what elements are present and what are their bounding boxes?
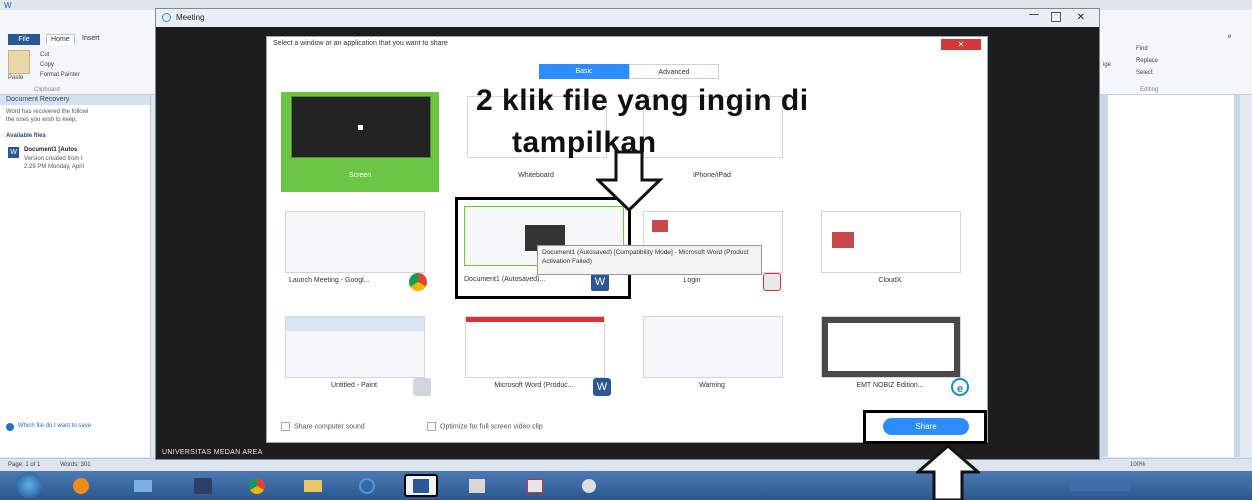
tab-insert[interactable]: Insert: [82, 35, 100, 42]
recovered-doc-time: 2:29 PM Monday, April: [24, 164, 84, 170]
meeting-titlebar: Meeting ✕: [156, 9, 1099, 27]
share-tile-screen[interactable]: Screen: [281, 92, 439, 192]
start-button[interactable]: [16, 472, 42, 498]
ribbon-fragment-right: e: [1228, 34, 1232, 40]
share-tile-microsoft-word[interactable]: Microsoft Word (Produc... W: [455, 312, 613, 400]
dialog-close-button[interactable]: ✕: [941, 39, 981, 50]
login-taskbar-icon[interactable]: [518, 474, 552, 497]
zoom-taskbar-icon[interactable]: [572, 474, 606, 497]
word-taskbar-icon[interactable]: [404, 474, 438, 497]
select-button[interactable]: Select: [1136, 70, 1153, 76]
meeting-footer-label: UNIVERSITAS MEDAN AREA: [162, 449, 263, 456]
word-icon-2: W: [593, 378, 611, 396]
format-painter-button[interactable]: Format Painter: [40, 72, 80, 78]
tab-file[interactable]: File: [8, 34, 40, 45]
status-words: Words: 301: [60, 462, 91, 468]
paint-taskbar-icon[interactable]: [460, 474, 494, 497]
share-tile-emt[interactable]: EMT NOBIZ Edition... e: [811, 312, 969, 400]
tile-label-cloudx: CloudX: [878, 277, 902, 284]
document-area: [1100, 95, 1252, 457]
tile-label-paint: Untitled - Paint: [331, 382, 377, 389]
word-icon: W: [590, 272, 610, 292]
dialog-title: Select a window or an application that y…: [273, 40, 448, 47]
launch-meeting-thumbnail: [285, 211, 425, 273]
editing-group-label: Editing: [1140, 87, 1159, 93]
ai-icon[interactable]: [186, 474, 220, 497]
chrome-icon: [409, 273, 427, 291]
recovery-header: Document Recovery: [0, 95, 150, 105]
document-page[interactable]: [1108, 95, 1234, 457]
tile-label-emt: EMT NOBIZ Edition...: [856, 382, 924, 389]
word-doc-icon: W: [8, 147, 19, 158]
paint-thumbnail: [285, 316, 425, 378]
available-files-label: Available files: [6, 133, 46, 139]
replace-button[interactable]: Replace: [1136, 58, 1158, 64]
share-tile-paint[interactable]: Untitled - Paint: [275, 312, 433, 400]
zoom-icon: [162, 13, 171, 22]
ribbon-fragment-left: ige: [1103, 62, 1112, 68]
tile-label-login: Login: [683, 277, 701, 284]
down-arrow-icon: [596, 150, 664, 213]
paste-icon[interactable]: [8, 50, 30, 74]
copy-button[interactable]: Copy: [40, 62, 54, 68]
paste-label: Paste: [8, 75, 24, 81]
tile-label-whiteboard: Whiteboard: [518, 172, 554, 179]
screen-thumbnail: [291, 96, 431, 158]
tile-label-microsoft-word: Microsoft Word (Produc...: [494, 382, 574, 389]
share-sound-label: Share computer sound: [294, 423, 365, 431]
help-icon: [6, 423, 14, 431]
status-page: Page: 1 of 1: [8, 462, 41, 468]
system-tray[interactable]: [1070, 479, 1130, 491]
tab-advanced[interactable]: Advanced: [629, 64, 719, 79]
minimize-icon[interactable]: [1029, 14, 1039, 15]
tab-basic[interactable]: Basic: [539, 64, 629, 79]
clipboard-group-label: Clipboard: [34, 87, 60, 93]
paint-icon: [413, 378, 431, 396]
word-thumbnail: [465, 316, 605, 378]
word-statusbar: Page: 1 of 1 Words: 301 100%: [0, 458, 1252, 472]
media-icon[interactable]: [126, 474, 160, 497]
maximize-icon[interactable]: [1051, 12, 1061, 22]
meeting-title: Meeting: [176, 13, 205, 22]
tile-label-warning: Warning: [699, 382, 725, 389]
find-button[interactable]: Find: [1136, 46, 1148, 52]
status-zoom[interactable]: 100%: [1130, 462, 1145, 468]
word-quick-access[interactable]: W: [4, 1, 12, 10]
optimize-box[interactable]: [427, 422, 436, 431]
document-recovery-pane: Document Recovery Word has recovered the…: [0, 95, 151, 457]
ie-taskbar-icon[interactable]: [350, 474, 384, 497]
explorer-icon[interactable]: [296, 474, 330, 497]
share-sound-checkbox[interactable]: Share computer sound: [281, 422, 365, 431]
share-button[interactable]: Share: [883, 418, 969, 435]
chrome-taskbar-icon[interactable]: [240, 474, 274, 497]
recovered-doc-name[interactable]: Document1 [Autos: [24, 147, 77, 153]
recovered-doc-version: Version created from t: [24, 156, 83, 162]
recovery-desc-1: Word has recovered the followi: [6, 109, 89, 115]
warning-thumbnail: [643, 316, 783, 378]
windows-taskbar: [0, 471, 1252, 500]
optimize-checkbox[interactable]: Optimize for full screen video clip: [427, 422, 543, 431]
share-sound-box[interactable]: [281, 422, 290, 431]
close-icon[interactable]: ✕: [1077, 9, 1085, 27]
ie-icon: e: [951, 378, 969, 396]
cloudx-thumbnail: [821, 211, 961, 273]
share-tile-launch-meeting[interactable]: Launch Meeting - Googl...: [275, 207, 433, 295]
share-tile-warning[interactable]: Warning: [633, 312, 791, 400]
up-arrow-icon: [916, 444, 980, 500]
login-icon: [763, 273, 781, 291]
vertical-scrollbar[interactable]: [1240, 95, 1252, 457]
emt-thumbnail: [821, 316, 961, 378]
share-tile-cloudx[interactable]: CloudX: [811, 207, 969, 295]
optimize-label: Optimize for full screen video clip: [440, 423, 543, 431]
firefox-icon[interactable]: [64, 474, 98, 497]
annotation-line-1: 2 klik file yang ingin di: [476, 84, 809, 117]
recovery-desc-2: the ones you wish to keep.: [6, 117, 78, 123]
clock[interactable]: [1186, 475, 1226, 495]
tab-home[interactable]: Home: [46, 34, 75, 45]
tile-label-screen: Screen: [348, 172, 372, 179]
cut-button[interactable]: Cut: [40, 52, 49, 58]
document1-tooltip: Document1 (Autosaved) [Compatibility Mod…: [537, 245, 762, 275]
help-link[interactable]: Which file do I want to save: [18, 423, 91, 429]
